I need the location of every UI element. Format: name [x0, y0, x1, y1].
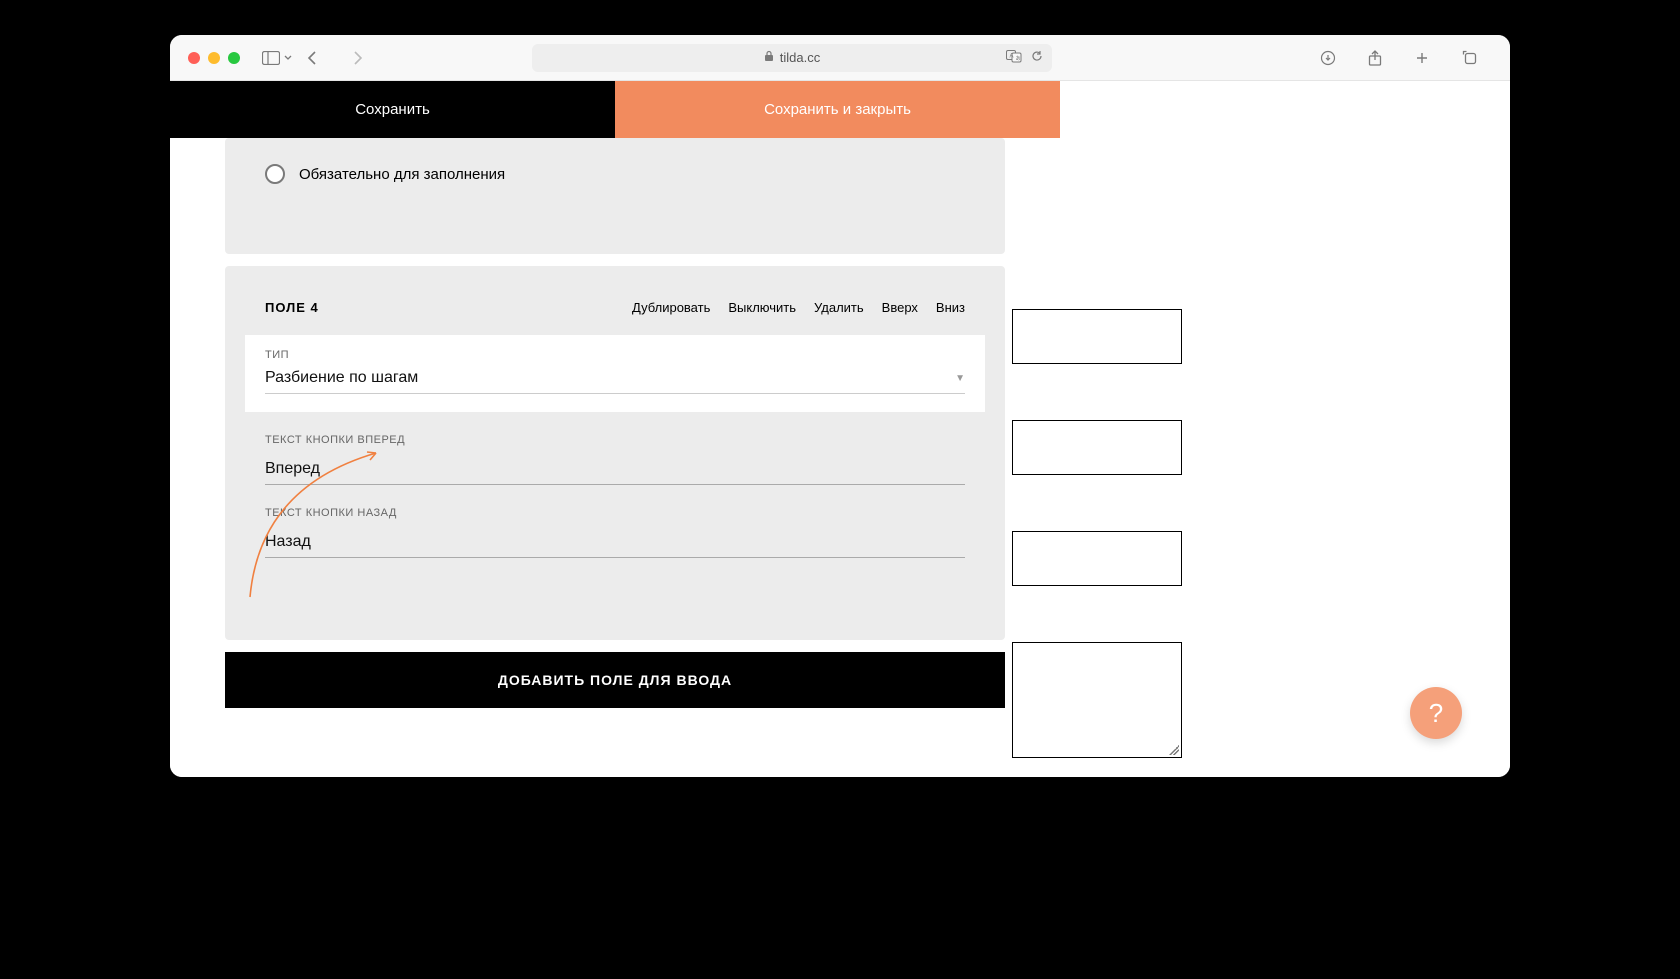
move-down-action[interactable]: Вниз: [936, 300, 965, 315]
url-text: tilda.cc: [780, 50, 820, 65]
panel-actions: Дублировать Выключить Удалить Вверх Вниз: [632, 300, 965, 315]
type-select[interactable]: Разбиение по шагам ▼: [265, 369, 965, 394]
save-button[interactable]: Сохранить: [170, 81, 615, 138]
type-label: ТИП: [265, 349, 965, 361]
preview-pane: [1060, 81, 1510, 777]
duplicate-action[interactable]: Дублировать: [632, 300, 710, 315]
required-label: Обязательно для заполнения: [299, 166, 505, 183]
forward-button[interactable]: [352, 50, 364, 66]
browser-window: tilda.cc Aあ: [170, 35, 1510, 777]
forward-text-group: ТЕКСТ КНОПКИ ВПЕРЕД: [265, 434, 965, 485]
reload-icon[interactable]: [1030, 49, 1044, 66]
back-text-input[interactable]: [265, 527, 965, 558]
top-button-bar: Сохранить Сохранить и закрыть: [170, 81, 1060, 138]
save-and-close-button[interactable]: Сохранить и закрыть: [615, 81, 1060, 138]
sidebar-toggle-icon[interactable]: [262, 51, 280, 65]
add-field-button[interactable]: ДОБАВИТЬ ПОЛЕ ДЛЯ ВВОДА: [225, 652, 1005, 708]
forward-label: ТЕКСТ КНОПКИ ВПЕРЕД: [265, 434, 965, 446]
window-minimize-button[interactable]: [208, 52, 220, 64]
address-bar[interactable]: tilda.cc Aあ: [532, 44, 1052, 72]
browser-toolbar: tilda.cc Aあ: [170, 35, 1510, 81]
forward-text-input[interactable]: [265, 454, 965, 485]
traffic-lights: [188, 52, 240, 64]
panel-header: ПОЛЕ 4 Дублировать Выключить Удалить Вве…: [265, 300, 965, 315]
disable-action[interactable]: Выключить: [728, 300, 796, 315]
preview-input-3[interactable]: [1012, 531, 1182, 586]
content-area: Сохранить Сохранить и закрыть Обязательн…: [170, 81, 1510, 777]
move-up-action[interactable]: Вверх: [882, 300, 918, 315]
chevron-down-icon[interactable]: [284, 54, 292, 62]
preview-form: [1012, 309, 1182, 758]
new-tab-icon[interactable]: [1414, 49, 1430, 67]
required-checkbox-row[interactable]: Обязательно для заполнения: [265, 164, 965, 184]
editor-pane: Обязательно для заполнения ПОЛЕ 4 Дублир…: [170, 81, 1060, 777]
tabs-overview-icon[interactable]: [1462, 49, 1478, 67]
window-close-button[interactable]: [188, 52, 200, 64]
chevron-down-icon: ▼: [955, 373, 965, 384]
help-button[interactable]: ?: [1410, 687, 1462, 739]
back-button[interactable]: [306, 50, 318, 66]
type-value: Разбиение по шагам: [265, 369, 418, 387]
field-4-panel: ПОЛЕ 4 Дублировать Выключить Удалить Вве…: [225, 266, 1005, 640]
previous-field-panel: Обязательно для заполнения: [225, 138, 1005, 254]
back-text-group: ТЕКСТ КНОПКИ НАЗАД: [265, 507, 965, 558]
lock-icon: [764, 50, 774, 65]
preview-textarea[interactable]: [1012, 642, 1182, 758]
share-icon[interactable]: [1368, 49, 1382, 67]
preview-input-1[interactable]: [1012, 309, 1182, 364]
translate-icon[interactable]: Aあ: [1006, 49, 1022, 66]
preview-input-2[interactable]: [1012, 420, 1182, 475]
panel-title: ПОЛЕ 4: [265, 300, 319, 315]
svg-text:あ: あ: [1016, 56, 1021, 62]
download-icon[interactable]: [1320, 49, 1336, 67]
svg-text:A: A: [1010, 54, 1014, 60]
window-maximize-button[interactable]: [228, 52, 240, 64]
delete-action[interactable]: Удалить: [814, 300, 864, 315]
type-box: ТИП Разбиение по шагам ▼: [245, 335, 985, 412]
radio-icon: [265, 164, 285, 184]
back-label: ТЕКСТ КНОПКИ НАЗАД: [265, 507, 965, 519]
